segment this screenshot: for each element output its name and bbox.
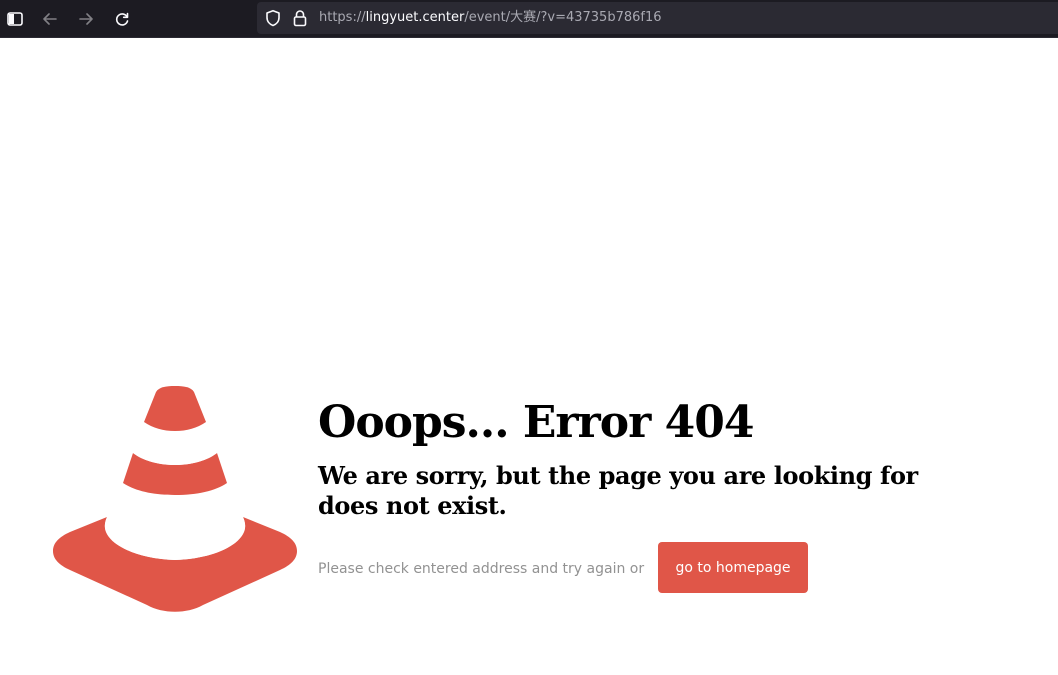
back-button[interactable]: [37, 6, 63, 32]
sidebar-icon: [7, 12, 23, 26]
address-bar[interactable]: https://lingyuet.center/event/大赛/?v=4373…: [257, 2, 1058, 34]
url-text[interactable]: https://lingyuet.center/event/大赛/?v=4373…: [319, 10, 662, 26]
shield-icon[interactable]: [264, 9, 282, 27]
go-to-homepage-button[interactable]: go to homepage: [658, 542, 808, 593]
url-scheme: https://: [319, 10, 366, 25]
lock-icon[interactable]: [292, 9, 308, 27]
page-title: Ooops... Error 404: [318, 397, 754, 448]
arrow-left-icon: [43, 13, 57, 25]
help-text: Please check entered address and try aga…: [318, 561, 645, 577]
traffic-cone-icon: [53, 386, 297, 612]
reload-button[interactable]: [109, 6, 135, 32]
url-path: /event/大赛/?v=43735b786f16: [464, 10, 662, 25]
arrow-right-icon: [79, 13, 93, 25]
error-message: We are sorry, but the page you are looki…: [318, 461, 918, 520]
error-page: Ooops... Error 404 We are sorry, but the…: [0, 39, 1058, 675]
sidebar-toggle-button[interactable]: [2, 6, 28, 32]
browser-toolbar: https://lingyuet.center/event/大赛/?v=4373…: [0, 0, 1058, 38]
reload-icon: [115, 12, 129, 26]
forward-button[interactable]: [73, 6, 99, 32]
url-host: lingyuet.center: [365, 10, 465, 25]
